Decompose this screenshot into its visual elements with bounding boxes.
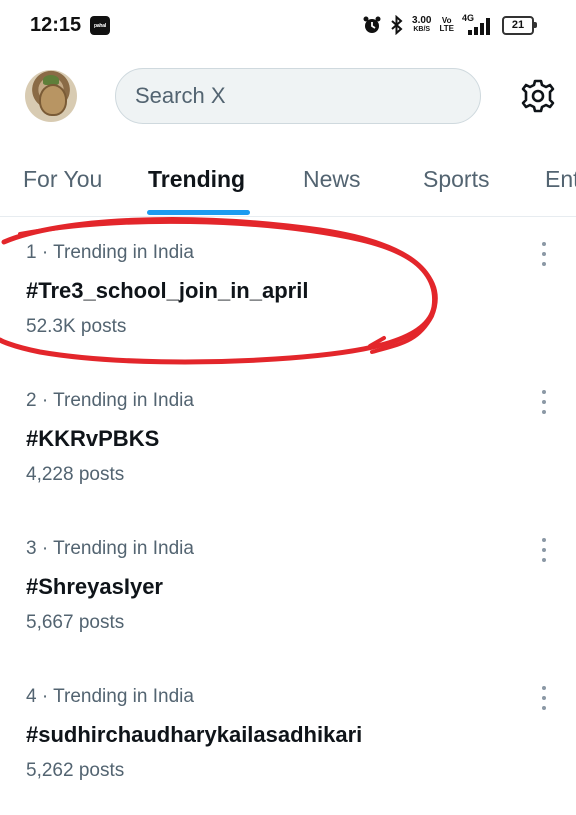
tab-news[interactable]: News xyxy=(303,166,361,193)
app-notification-icon: pahal xyxy=(90,16,110,35)
tab-entertainment[interactable]: Ent xyxy=(545,166,576,193)
trend-hashtag: #Tre3_school_join_in_april xyxy=(26,278,309,303)
tab-sports[interactable]: Sports xyxy=(423,166,489,193)
trend-item[interactable]: 1 · Trending in India #Tre3_school_join_… xyxy=(0,218,576,366)
more-options-icon[interactable] xyxy=(536,686,552,710)
trend-meta: 3 · Trending in India xyxy=(26,538,194,559)
more-options-icon[interactable] xyxy=(536,390,552,414)
trend-post-count: 52.3K posts xyxy=(26,316,127,337)
trend-meta: 1 · Trending in India xyxy=(26,242,194,263)
profile-avatar[interactable] xyxy=(25,70,77,122)
gear-icon[interactable] xyxy=(518,76,558,116)
trend-meta: 2 · Trending in India xyxy=(26,390,194,411)
more-options-icon[interactable] xyxy=(536,538,552,562)
trend-post-count: 5,667 posts xyxy=(26,612,125,633)
signal-icon: 4G xyxy=(462,13,494,35)
divider xyxy=(0,216,576,217)
volte-indicator: Vo LTE xyxy=(439,16,454,33)
active-tab-indicator xyxy=(147,210,250,215)
tab-trending[interactable]: Trending xyxy=(148,166,245,193)
trend-post-count: 4,228 posts xyxy=(26,464,125,485)
search-placeholder: Search X xyxy=(135,83,226,108)
network-speed: 3.00 KB/S xyxy=(412,15,432,34)
trend-hashtag: #sudhirchaudharykailasadhikari xyxy=(26,722,363,747)
tab-for-you[interactable]: For You xyxy=(23,166,102,193)
bluetooth-icon xyxy=(391,15,403,35)
search-input[interactable]: Search X xyxy=(115,68,481,124)
battery-icon: 21 xyxy=(502,15,537,35)
alarm-icon xyxy=(363,16,381,33)
tab-bar: For You Trending News Sports Ent xyxy=(0,152,576,216)
trend-hashtag: #ShreyasIyer xyxy=(26,574,163,599)
trend-item[interactable]: 4 · Trending in India #sudhirchaudharyka… xyxy=(0,662,576,810)
trend-item[interactable]: 2 · Trending in India #KKRvPBKS 4,228 po… xyxy=(0,366,576,514)
trend-hashtag: #KKRvPBKS xyxy=(26,426,160,451)
status-time: 12:15 xyxy=(30,14,82,36)
trend-post-count: 5,262 posts xyxy=(26,760,125,781)
status-icons: 3.00 KB/S Vo LTE 4G 21 xyxy=(362,12,537,38)
trend-item[interactable]: 3 · Trending in India #ShreyasIyer 5,667… xyxy=(0,514,576,662)
trend-meta: 4 · Trending in India xyxy=(26,686,194,707)
status-bar: 12:15 pahal 3.00 KB/S Vo LTE 4G 21 xyxy=(0,0,576,52)
more-options-icon[interactable] xyxy=(536,242,552,266)
